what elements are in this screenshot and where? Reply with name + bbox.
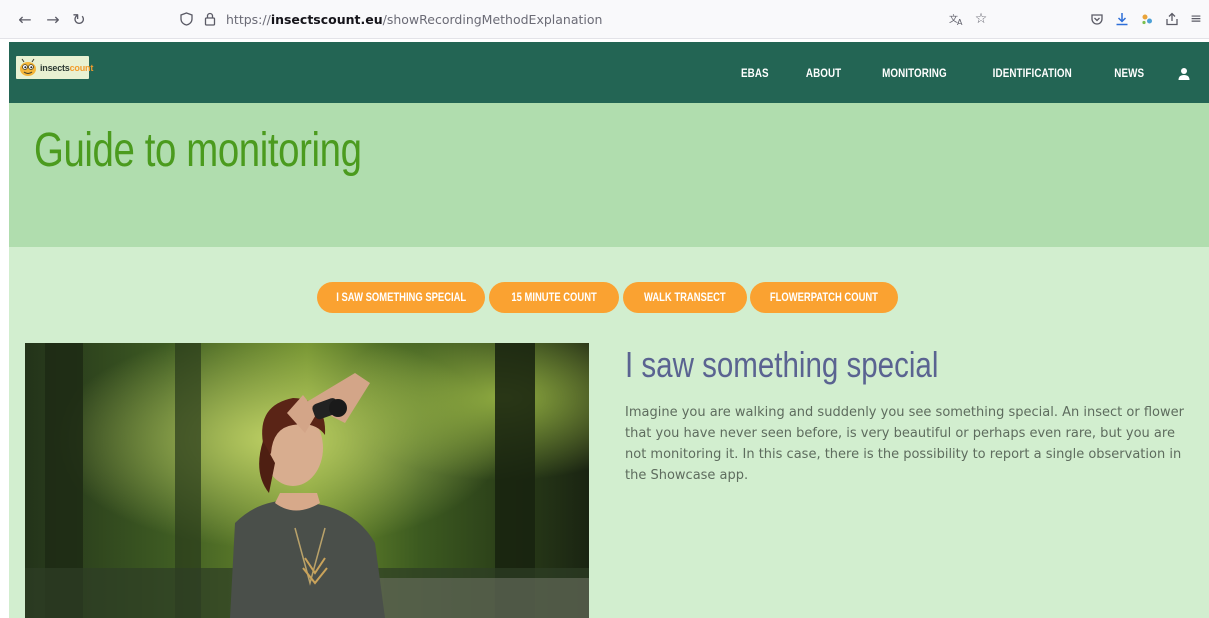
reload-icon[interactable]: ↻ (68, 8, 90, 30)
lock-icon[interactable] (202, 11, 218, 27)
site-navbar: insectscount EBAS ABOUT MONITORING IDENT… (9, 42, 1209, 103)
forward-icon[interactable]: → (42, 8, 64, 30)
pocket-icon[interactable] (1086, 8, 1108, 30)
user-icon[interactable] (1177, 66, 1191, 80)
url-host: insectscount.eu (270, 11, 383, 27)
nav-about[interactable]: ABOUT (806, 66, 841, 80)
logo-text-count: count (69, 62, 94, 73)
back-icon[interactable]: ← (14, 8, 36, 30)
nav-identification[interactable]: IDENTIFICATION (993, 66, 1072, 80)
browser-toolbar: ← → ↻ https://insectscount.eu/showRecord… (0, 0, 1209, 39)
site-logo[interactable]: insectscount (16, 56, 93, 79)
main-menu: EBAS ABOUT MONITORING IDENTIFICATION NEW… (738, 42, 1209, 103)
shield-icon[interactable] (178, 11, 194, 27)
bookmark-star-icon[interactable]: ☆ (970, 8, 992, 30)
address-bar[interactable]: https://insectscount.eu/showRecordingMet… (178, 6, 998, 32)
tab-15-minute-count[interactable]: 15 MINUTE COUNT (489, 282, 619, 313)
menu-icon[interactable]: ≡ (1185, 8, 1207, 30)
tab-walk-transect[interactable]: WALK TRANSECT (623, 282, 747, 313)
method-tabs: I SAW SOMETHING SPECIAL 15 MINUTE COUNT … (9, 282, 1209, 314)
tab-i-saw-something-special[interactable]: I SAW SOMETHING SPECIAL (317, 282, 485, 313)
method-title: I saw something special (625, 344, 939, 385)
download-icon[interactable] (1111, 8, 1133, 30)
url-prefix: https:// (226, 11, 271, 27)
nav-news[interactable]: NEWS (1114, 66, 1144, 80)
extension-icon[interactable] (1136, 8, 1158, 30)
share-icon[interactable] (1161, 8, 1183, 30)
hero-banner: Guide to monitoring (9, 103, 1209, 247)
url-path: /showRecordingMethodExplanation (382, 11, 603, 27)
website: insectscount EBAS ABOUT MONITORING IDENT… (9, 42, 1209, 618)
insect-logo-icon (18, 58, 38, 78)
logo-text-insects: insects (40, 62, 70, 73)
nav-ebas[interactable]: EBAS (741, 66, 769, 80)
nav-monitoring[interactable]: MONITORING (882, 66, 947, 80)
method-description: Imagine you are walking and suddenly you… (625, 405, 1184, 483)
tab-flowerpatch-count[interactable]: FLOWERPATCH COUNT (750, 282, 898, 313)
svg-text:A: A (957, 18, 963, 26)
page-title: Guide to monitoring (34, 124, 362, 177)
translate-icon[interactable]: 文A (946, 8, 968, 30)
photo-woman-with-binoculars (25, 343, 589, 618)
